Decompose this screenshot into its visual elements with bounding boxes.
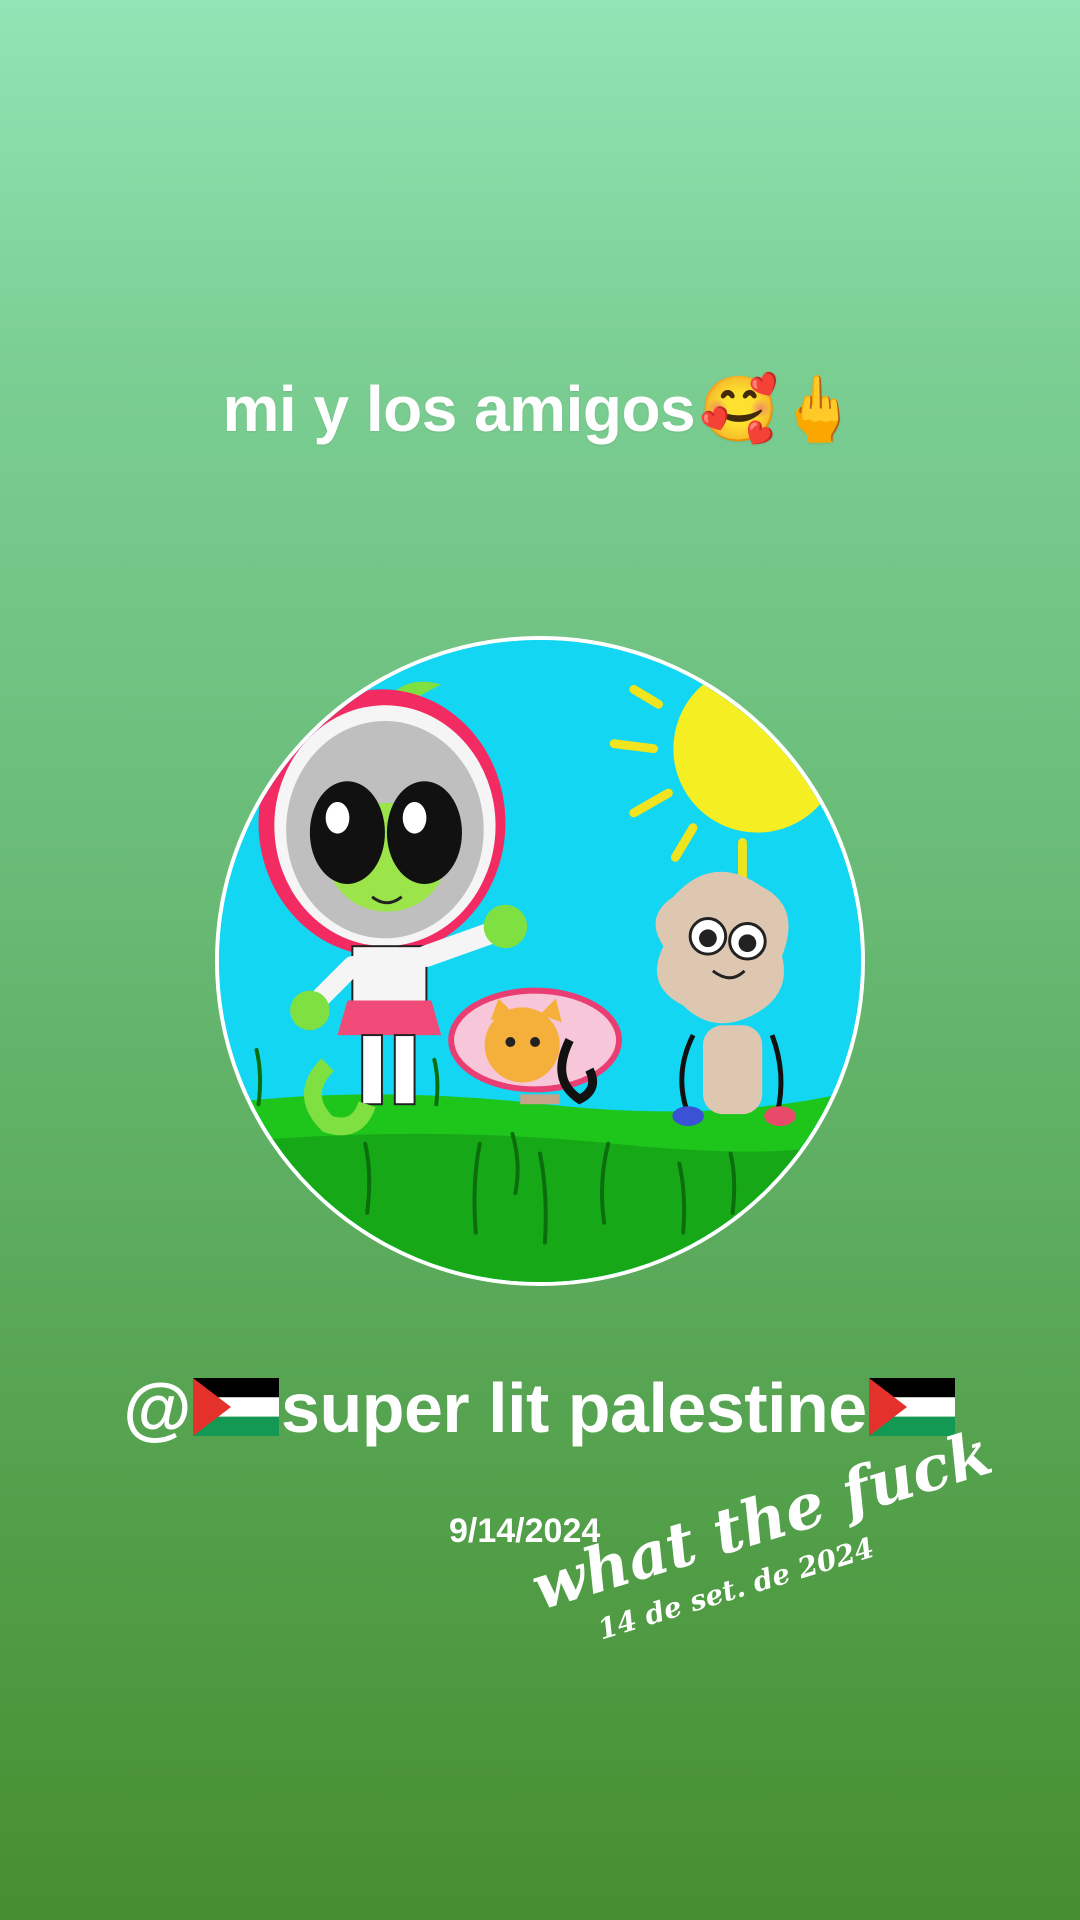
- profile-picture[interactable]: [215, 636, 865, 1286]
- palestine-flag-icon: [193, 1378, 280, 1436]
- story-title: mi y los amigos🥰🖕: [0, 372, 1080, 447]
- story-title-text: mi y los amigos: [222, 373, 696, 445]
- profile-drawing: [219, 640, 861, 1282]
- title-emoji-icon: 🥰🖕: [699, 373, 858, 447]
- mention-at: @: [123, 1369, 192, 1447]
